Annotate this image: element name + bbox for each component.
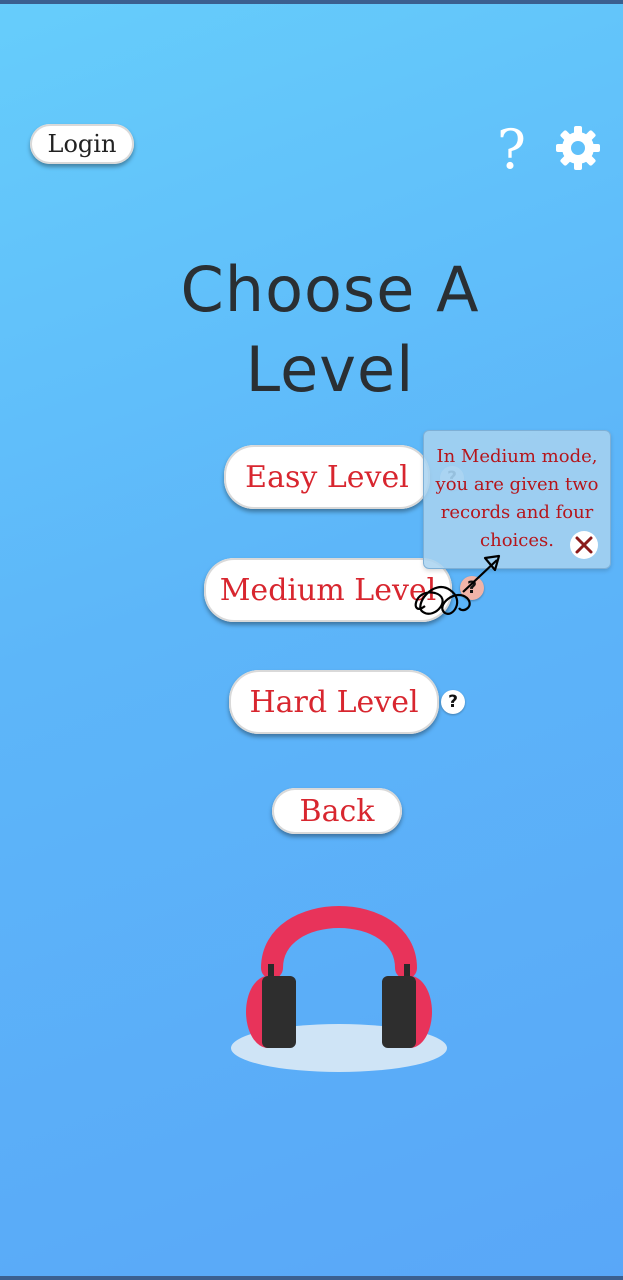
bottom-nav-strip xyxy=(0,1276,623,1280)
headphones-icon xyxy=(231,906,447,1072)
question-mark-icon[interactable]: ? xyxy=(497,118,526,181)
close-glyph-icon xyxy=(575,536,593,554)
close-icon[interactable] xyxy=(570,531,598,559)
hard-level-button[interactable]: Hard Level xyxy=(229,670,439,734)
top-status-strip xyxy=(0,0,623,4)
login-button[interactable]: Login xyxy=(30,124,134,164)
page-title: Choose A Level xyxy=(150,250,510,410)
title-line-2: Level xyxy=(245,333,415,406)
easy-level-button[interactable]: Easy Level xyxy=(224,445,430,509)
tap-gesture-scribble-icon xyxy=(414,554,501,615)
hard-help-icon[interactable]: ? xyxy=(441,690,465,714)
title-line-1: Choose A xyxy=(180,253,480,326)
back-button[interactable]: Back xyxy=(272,788,402,834)
gear-icon[interactable] xyxy=(554,124,602,172)
